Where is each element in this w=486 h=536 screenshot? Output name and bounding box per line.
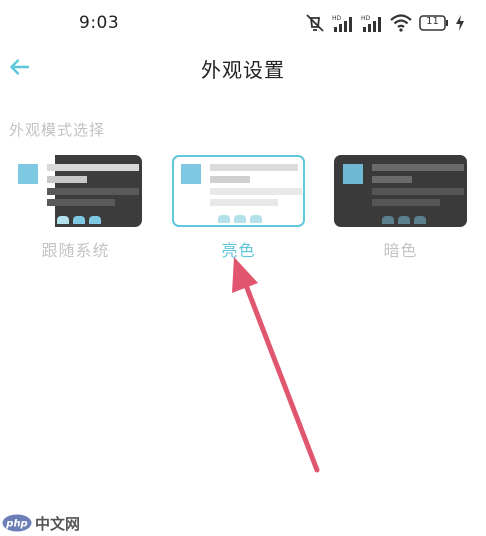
preview-thumbnail	[18, 164, 38, 184]
preview-thumbnail	[181, 164, 201, 184]
php-logo-icon: php	[2, 514, 32, 532]
status-time: 9:03	[79, 13, 120, 33]
status-icons: HD HD 11	[305, 13, 464, 33]
mute-icon	[305, 14, 325, 32]
light-preview	[172, 155, 305, 227]
preview-bar	[47, 176, 87, 183]
status-bar: 9:03 HD HD 11	[0, 0, 486, 42]
charging-icon	[456, 15, 464, 31]
option-label: 亮色	[221, 241, 256, 260]
preview-dots	[218, 215, 262, 223]
preview-bar	[210, 176, 250, 183]
preview-bar	[372, 188, 464, 195]
page-title: 外观设置	[201, 58, 285, 82]
preview-bar	[372, 164, 464, 171]
section-label: 外观模式选择	[9, 121, 106, 139]
preview-bar	[372, 176, 412, 183]
preview-dots	[382, 216, 426, 224]
watermark: php 中文网	[2, 512, 80, 534]
preview-bar	[47, 164, 139, 171]
preview-bar	[47, 199, 115, 206]
preview-thumbnail	[343, 164, 363, 184]
preview-bar	[47, 188, 139, 195]
svg-text:php: php	[5, 519, 27, 530]
battery-level-text: 11	[426, 16, 439, 27]
follow-system-preview	[9, 155, 142, 227]
preview-dots	[57, 216, 101, 224]
dark-preview	[334, 155, 467, 227]
hd-label-1: HD	[332, 15, 342, 22]
option-label: 暗色	[383, 241, 418, 260]
battery-icon: 11	[419, 15, 449, 31]
header: 外观设置	[0, 45, 486, 89]
signal-hd-icon: HD	[361, 14, 383, 32]
option-light[interactable]: 亮色	[172, 155, 307, 261]
option-label: 跟随系统	[41, 241, 110, 260]
preview-bar	[372, 199, 440, 206]
watermark-text: 中文网	[35, 514, 81, 533]
preview-bar	[210, 188, 302, 195]
signal-hd-icon: HD	[332, 14, 354, 32]
preview-bar	[210, 164, 298, 171]
preview-bar	[210, 199, 278, 206]
option-dark[interactable]: 暗色	[334, 155, 469, 261]
option-follow-system[interactable]: 跟随系统	[9, 155, 144, 261]
hd-label-2: HD	[361, 15, 371, 22]
wifi-icon	[390, 14, 412, 32]
appearance-settings-screen: 9:03 HD HD 11 外观设置 外观模式选择 跟随系统 亮色 暗色 php…	[0, 0, 486, 536]
